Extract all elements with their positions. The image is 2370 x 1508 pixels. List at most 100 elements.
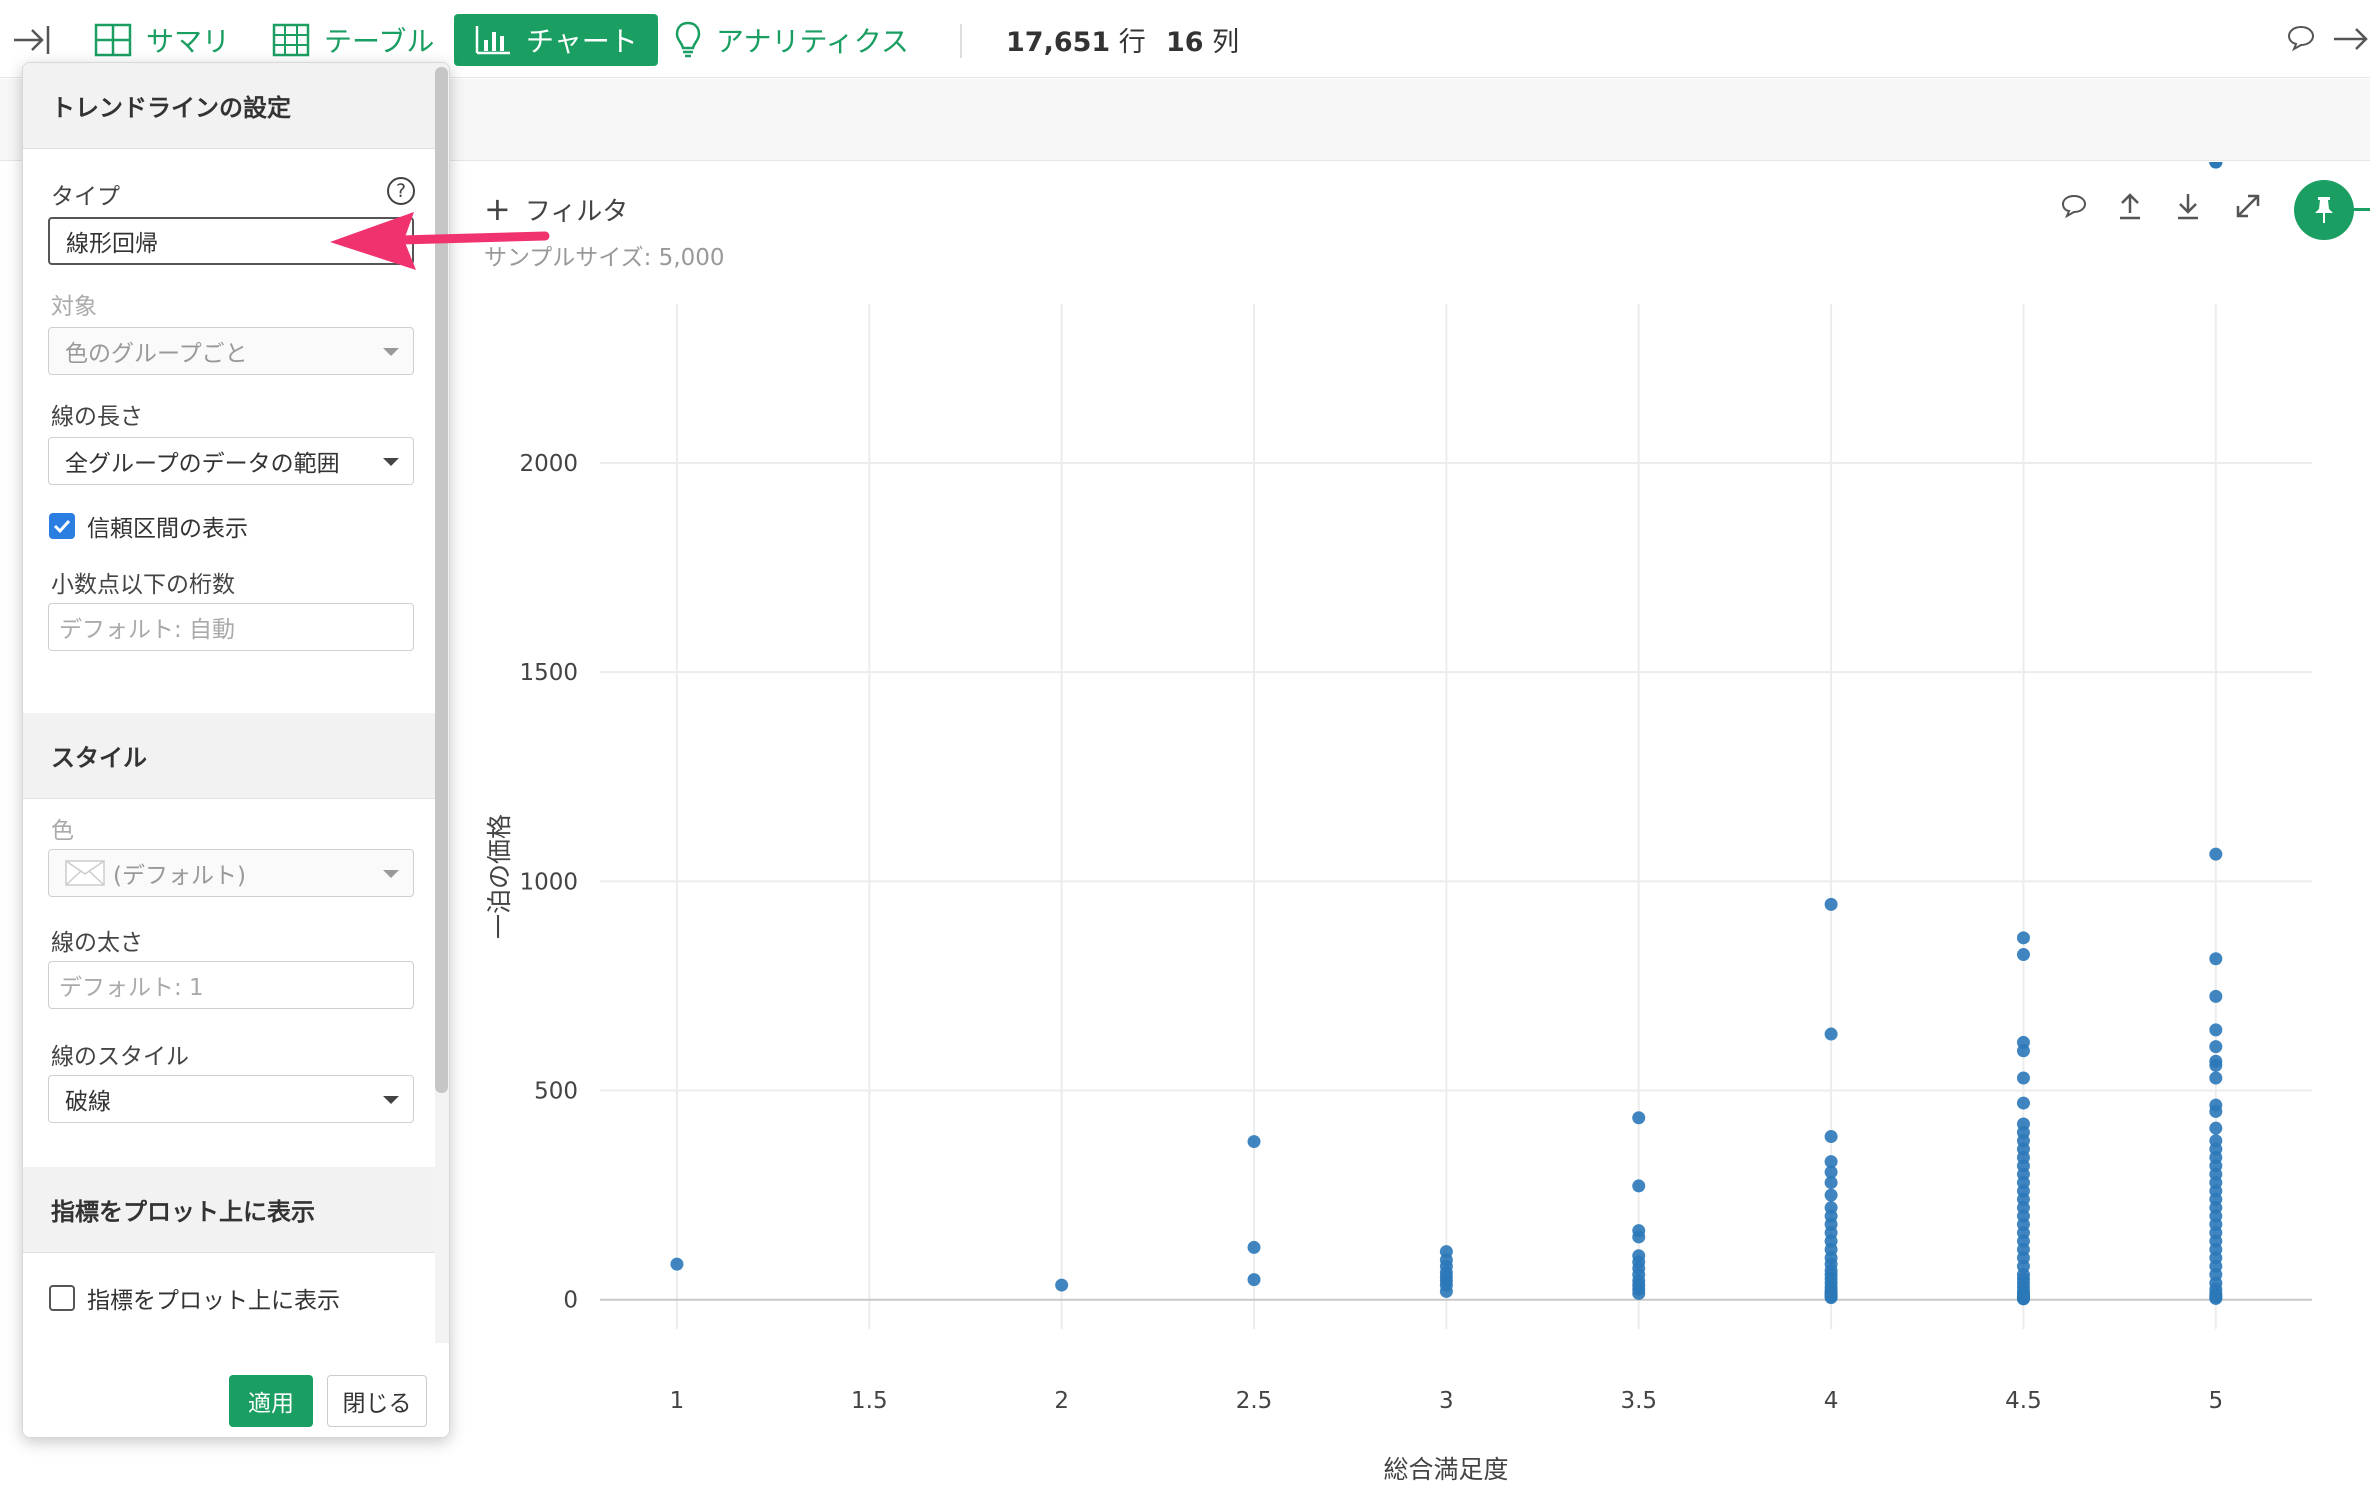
metrics-checkbox[interactable]	[49, 1285, 75, 1311]
data-point	[2016, 1071, 2030, 1085]
target-select[interactable]: 色のグループごと	[48, 327, 414, 375]
chevron-down-icon	[383, 1096, 399, 1104]
plus-icon: +	[484, 190, 511, 228]
data-point	[670, 1257, 684, 1271]
y-tick-label: 1500	[519, 660, 578, 686]
data-point	[1632, 1179, 1646, 1193]
apply-button[interactable]: 適用	[229, 1375, 313, 1427]
x-tick-label: 4.5	[2005, 1388, 2042, 1414]
chevron-down-icon	[383, 458, 399, 466]
expand-right-icon[interactable]	[2332, 24, 2368, 58]
metrics-check-label: 指標をプロット上に表示	[87, 1288, 340, 1314]
x-tick-label: 4	[1824, 1388, 1839, 1414]
tab-summary[interactable]: サマリ	[94, 14, 230, 66]
row-count-value: 17,651	[1006, 27, 1111, 58]
line-width-label: 線の太さ	[51, 930, 143, 956]
line-length-label: 線の長さ	[51, 404, 143, 430]
decimals-placeholder: デフォルト: 自動	[59, 617, 236, 643]
x-tick-label: 3.5	[1620, 1388, 1657, 1414]
data-point	[1824, 897, 1838, 911]
download-icon	[2178, 194, 2198, 220]
color-swatch-icon	[65, 860, 105, 886]
help-icon[interactable]: ?	[387, 177, 415, 205]
line-style-label: 線のスタイル	[51, 1044, 189, 1070]
lightbulb-icon	[675, 21, 701, 58]
line-style-value: 破線	[65, 1089, 111, 1115]
data-point	[1247, 1135, 1261, 1149]
data-point	[1824, 1130, 1838, 1144]
type-select[interactable]: 線形回帰	[48, 217, 414, 265]
filter-label: フィルタ	[524, 196, 629, 227]
data-point	[2209, 1023, 2223, 1037]
close-button[interactable]: 閉じる	[327, 1375, 427, 1427]
data-point	[1632, 1230, 1646, 1244]
panel-scrollbar-thumb[interactable]	[435, 67, 448, 1093]
fullscreen-icon	[2236, 194, 2260, 218]
y-tick-label: 0	[563, 1288, 578, 1314]
filter-button[interactable]: + フィルタ	[484, 190, 628, 228]
column-count-unit: 列	[1212, 27, 1240, 58]
fullscreen-button[interactable]	[2228, 186, 2268, 226]
line-style-select[interactable]: 破線	[48, 1075, 414, 1123]
tab-analytics[interactable]: アナリティクス	[674, 14, 909, 66]
decimals-input[interactable]: デフォルト: 自動	[48, 603, 414, 651]
line-width-input[interactable]: デフォルト: 1	[48, 961, 414, 1009]
tab-table[interactable]: テーブル	[272, 14, 434, 66]
column-count-value: 16	[1166, 27, 1204, 58]
x-tick-label: 1.5	[851, 1388, 888, 1414]
pin-connector	[2354, 208, 2370, 211]
summary-icon	[94, 23, 132, 57]
download-button[interactable]	[2168, 186, 2208, 226]
data-point	[2016, 948, 2030, 962]
comment-icon[interactable]	[2286, 24, 2316, 56]
decimals-label: 小数点以下の桁数	[51, 572, 235, 598]
data-point	[1824, 1291, 1838, 1305]
data-point	[1247, 1240, 1261, 1254]
collapse-panel-icon[interactable]	[12, 22, 52, 62]
style-section-title: スタイル	[23, 713, 435, 799]
data-point	[1247, 1273, 1261, 1287]
confidence-interval-label: 信頼区間の表示	[87, 516, 248, 542]
x-tick-label: 1	[670, 1388, 685, 1414]
y-tick-label: 2000	[519, 451, 578, 477]
chart-comment-button[interactable]	[2054, 186, 2094, 226]
comment-icon	[2061, 194, 2087, 219]
data-point	[2209, 847, 2223, 861]
data-point	[1632, 1111, 1646, 1125]
tab-chart-label: チャート	[526, 25, 638, 58]
y-tick-label: 1000	[519, 869, 578, 895]
data-point	[2209, 1291, 2223, 1305]
table-icon	[272, 23, 310, 57]
tab-chart[interactable]: チャート	[454, 14, 658, 66]
data-point	[1824, 1176, 1838, 1190]
y-tick-label: 500	[534, 1079, 578, 1105]
confidence-interval-checkbox[interactable]	[49, 513, 75, 539]
pin-icon	[2315, 197, 2333, 223]
target-label: 対象	[51, 294, 97, 320]
data-point	[2016, 1292, 2030, 1306]
row-count-unit: 行	[1118, 27, 1146, 58]
data-point	[2209, 162, 2223, 169]
metrics-row[interactable]: 指標をプロット上に表示	[49, 1281, 340, 1315]
x-tick-label: 2	[1054, 1388, 1069, 1414]
data-point	[1632, 1286, 1646, 1300]
data-point	[1824, 1027, 1838, 1041]
pin-button[interactable]	[2294, 180, 2354, 240]
trendline-settings-panel: トレンドラインの設定 タイプ ? 線形回帰 対象 色のグループごと 線の長さ 全…	[22, 62, 450, 1438]
tab-analytics-label: アナリティクス	[716, 25, 909, 58]
chart-icon	[475, 26, 510, 55]
data-point	[2016, 931, 2030, 945]
color-select[interactable]: (デフォルト)	[48, 849, 414, 897]
panel-title: トレンドラインの設定	[23, 63, 435, 149]
confidence-interval-row[interactable]: 信頼区間の表示	[49, 509, 248, 543]
sample-size: サンプルサイズ: 5,000	[484, 245, 725, 271]
metrics-section-title: 指標をプロット上に表示	[23, 1167, 435, 1253]
line-width-placeholder: デフォルト: 1	[59, 975, 204, 1001]
upload-button[interactable]	[2110, 186, 2150, 226]
x-tick-label: 3	[1439, 1388, 1454, 1414]
type-label: タイプ	[51, 184, 120, 210]
line-length-value: 全グループのデータの範囲	[65, 451, 340, 477]
x-tick-label: 2.5	[1236, 1388, 1273, 1414]
line-length-select[interactable]: 全グループのデータの範囲	[48, 437, 414, 485]
chevron-down-icon	[383, 348, 399, 356]
